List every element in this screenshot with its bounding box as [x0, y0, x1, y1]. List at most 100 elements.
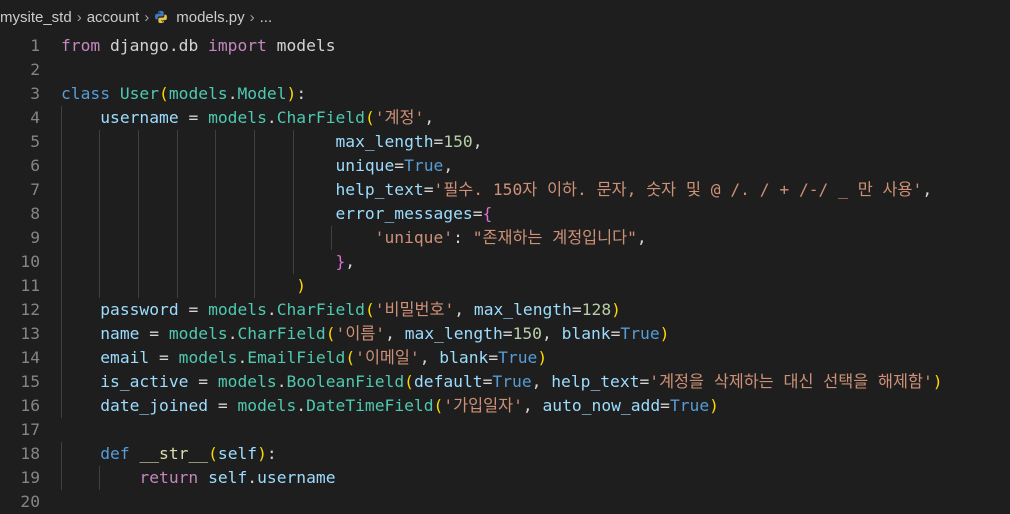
code-line[interactable]: 5 max_length=150, [0, 130, 1010, 154]
indent-guide [177, 130, 178, 298]
code-line[interactable]: 19 return self.username [0, 466, 1010, 490]
code-token: : [266, 444, 277, 463]
code-token: User [119, 84, 160, 103]
code-line[interactable]: 20 [0, 490, 1010, 514]
code-line[interactable]: 16 date_joined = models.DateTimeField('가… [0, 394, 1010, 418]
code-token: ) [611, 300, 621, 319]
line-number: 18 [20, 444, 40, 463]
code-token: , [419, 348, 440, 367]
code-token: models [266, 36, 336, 55]
code-token: , [522, 396, 543, 415]
code-token: CharField [276, 108, 365, 127]
code-line[interactable]: 12 password = models.CharField('비밀번호', m… [0, 298, 1010, 322]
code-token: True [404, 156, 444, 175]
breadcrumb-file[interactable]: models.py [176, 9, 244, 26]
code-token: self [208, 468, 248, 487]
code-token: , [472, 132, 483, 151]
code-token: models [168, 324, 228, 343]
code-token: '가입일자' [443, 396, 523, 415]
code-token: __str__ [139, 444, 209, 463]
code-line[interactable]: 11 ) [0, 274, 1010, 298]
code-line[interactable]: 6 unique=True, [0, 154, 1010, 178]
code-token: date_joined [100, 396, 209, 415]
code-token: = [639, 372, 650, 391]
code-token: blank [439, 348, 489, 367]
code-text: name = models.CharField('이름', max_length… [61, 322, 669, 346]
code-text: error_messages={ [61, 202, 492, 226]
code-token: models [208, 108, 267, 127]
code-token: help_text [551, 372, 640, 391]
code-token: models [208, 300, 267, 319]
code-token: = [482, 372, 493, 391]
code-token: django.db [100, 36, 209, 55]
line-number: 9 [30, 228, 40, 247]
code-line[interactable]: 17 [0, 418, 1010, 442]
code-token: blank [561, 324, 611, 343]
line-number: 17 [20, 420, 40, 439]
code-line[interactable]: 8 error_messages={ [0, 202, 1010, 226]
line-number: 14 [20, 348, 40, 367]
indent-guide [215, 130, 216, 298]
code-token: = [610, 324, 621, 343]
code-line[interactable]: 13 name = models.CharField('이름', max_len… [0, 322, 1010, 346]
code-line[interactable]: 9 'unique': "존재하는 계정입니다", [0, 226, 1010, 250]
code-token: default [413, 372, 483, 391]
breadcrumb-project[interactable]: mysite_std [0, 9, 72, 26]
code-token: error_messages [335, 204, 473, 223]
code-text: def __str__(self): [61, 442, 277, 466]
code-token: True [669, 396, 710, 415]
code-text: email = models.EmailField('이메일', blank=T… [61, 346, 547, 370]
code-token: True [492, 372, 532, 391]
breadcrumb-folder[interactable]: account [87, 9, 140, 26]
line-number: 3 [30, 84, 40, 103]
code-text: password = models.CharField('비밀번호', max_… [61, 298, 621, 322]
code-token: , [531, 372, 552, 391]
code-token: . [276, 372, 287, 391]
code-token: models [237, 396, 297, 415]
code-line[interactable]: 15 is_active = models.BooleanField(defau… [0, 370, 1010, 394]
code-line[interactable]: 3 class User(models.Model): [0, 82, 1010, 106]
breadcrumb: mysite_std › account › models.py › ... [0, 0, 1010, 34]
code-token: '계정을 삭제하는 대신 선택을 해제함' [649, 372, 933, 391]
code-token: max_length [404, 324, 503, 343]
code-token: , [541, 324, 562, 343]
indent-guide [61, 106, 62, 418]
code-line[interactable]: 10 }, [0, 250, 1010, 274]
code-token: ) [286, 84, 297, 103]
code-line[interactable]: 18 def __str__(self): [0, 442, 1010, 466]
line-number: 7 [30, 180, 40, 199]
breadcrumb-symbols[interactable]: ... [260, 9, 273, 26]
indent-guide [254, 130, 255, 298]
code-token: '계정' [374, 108, 425, 127]
code-line[interactable]: 1 from django.db import models [0, 34, 1010, 58]
indent-guide [331, 226, 332, 250]
code-token: ( [433, 396, 444, 415]
chevron-right-icon: › [144, 8, 150, 26]
line-number: 13 [20, 324, 40, 343]
code-text: from django.db import models [61, 34, 336, 58]
code-token: . [237, 348, 248, 367]
code-editor[interactable]: 1 from django.db import models 2 3 class Use… [0, 34, 1010, 511]
python-icon [155, 10, 168, 24]
code-token: , [636, 228, 647, 247]
code-line[interactable]: 7 help_text='필수. 150자 이하. 문자, 숫자 및 @ /. … [0, 178, 1010, 202]
chevron-right-icon: › [249, 8, 255, 26]
code-text: }, [61, 250, 355, 274]
code-line[interactable]: 2 [0, 58, 1010, 82]
code-line[interactable]: 4 username = models.CharField('계정', [0, 106, 1010, 130]
code-line[interactable]: 14 email = models.EmailField('이메일', blan… [0, 346, 1010, 370]
line-number: 4 [30, 108, 40, 127]
code-token: from [61, 36, 101, 55]
code-token: , [443, 156, 454, 175]
code-token: ( [325, 324, 336, 343]
